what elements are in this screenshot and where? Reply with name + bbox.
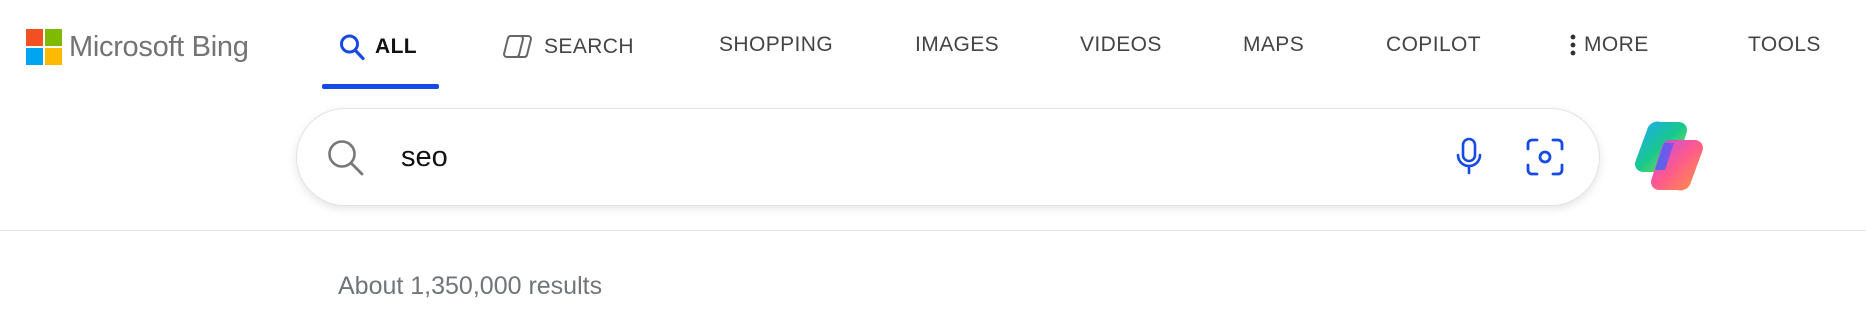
search-icon: [339, 33, 365, 61]
bing-results-page: Microsoft Bing ALL SEARCH SHOPPING IMAGE…: [0, 0, 1866, 324]
tab-search[interactable]: SEARCH: [502, 33, 634, 61]
visual-search-icon[interactable]: [1524, 136, 1566, 183]
copilot-icon[interactable]: [1631, 118, 1709, 199]
tab-label: TOOLS: [1748, 33, 1821, 56]
tab-label: IMAGES: [915, 33, 1000, 56]
tab-label: SEARCH: [544, 35, 634, 58]
tab-shopping[interactable]: SHOPPING: [719, 33, 833, 57]
tab-label: MORE: [1584, 33, 1649, 56]
search-icon[interactable]: [326, 138, 366, 183]
results-count: About 1,350,000 results: [338, 272, 603, 300]
header-divider: [0, 230, 1866, 231]
scope-tabs: ALL SEARCH SHOPPING IMAGES VIDEOS MAPS C…: [0, 0, 1866, 92]
tab-videos[interactable]: VIDEOS: [1080, 33, 1162, 57]
tab-label: VIDEOS: [1080, 33, 1162, 56]
tab-label: ALL: [375, 35, 418, 58]
tab-more[interactable]: MORE: [1570, 33, 1649, 57]
copilot-search-icon: [502, 33, 534, 61]
tab-label: SHOPPING: [719, 33, 834, 56]
search-box: [297, 109, 1599, 205]
tab-maps[interactable]: MAPS: [1243, 33, 1304, 57]
tab-label: MAPS: [1243, 33, 1305, 56]
tab-all[interactable]: ALL: [339, 33, 417, 61]
tab-label: COPILOT: [1386, 33, 1481, 56]
tab-tools[interactable]: TOOLS: [1748, 33, 1821, 57]
active-tab-indicator: [322, 84, 439, 89]
microphone-icon[interactable]: [1455, 137, 1483, 182]
tab-copilot[interactable]: COPILOT: [1386, 33, 1481, 57]
tab-images[interactable]: IMAGES: [915, 33, 999, 57]
search-input[interactable]: [401, 133, 1401, 181]
more-vertical-icon: [1570, 33, 1576, 57]
